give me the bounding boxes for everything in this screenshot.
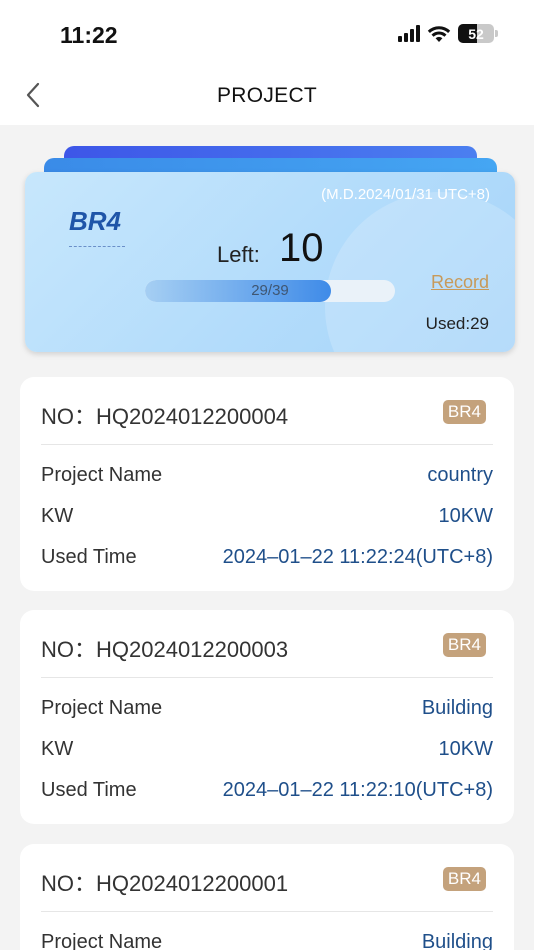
divider (41, 444, 493, 445)
field-label: Project Name (41, 697, 163, 719)
status-icons: 52 (398, 24, 498, 43)
field-label: KW (41, 738, 74, 760)
field-value: 2024–01–22 11:22:10(UTC+8) (222, 779, 493, 801)
record-number: NO：HQ2024012200004 (41, 404, 289, 429)
model-tag: BR4 (442, 633, 486, 657)
field-value: Building (421, 931, 493, 950)
usage-progress-text: 29/39 (251, 282, 289, 299)
field-value: 2024–01–22 11:22:24(UTC+8) (222, 546, 493, 568)
used-count: Used:29 (425, 314, 489, 333)
battery-icon: 52 (458, 24, 498, 43)
summary-date: (M.D.2024/01/31 UTC+8) (321, 186, 490, 203)
field-used-time: Used Time 2024–01–22 11:22:24(UTC+8) (41, 546, 493, 572)
field-value: Building (421, 697, 493, 719)
field-project-name: Project Name country (41, 464, 493, 490)
field-kw: KW 10KW (41, 505, 493, 531)
field-label: KW (41, 505, 74, 527)
record-card[interactable]: NO：HQ2024012200001 BR4 Project Name Buil… (20, 844, 514, 950)
field-label: Used Time (41, 779, 137, 801)
battery-level-text: 52 (468, 25, 484, 42)
summary-card: (M.D.2024/01/31 UTC+8) BR4 Left: 10 29/3… (25, 172, 515, 352)
field-value: country (427, 464, 493, 486)
status-time: 11:22 (60, 22, 118, 48)
status-bar: 11:22 52 (0, 0, 534, 68)
wifi-icon (427, 25, 451, 42)
field-kw: KW 10KW (41, 738, 493, 764)
field-used-time: Used Time 2024–01–22 11:22:10(UTC+8) (41, 779, 493, 805)
record-number: NO：HQ2024012200003 (41, 637, 289, 662)
model-tag: BR4 (442, 400, 486, 424)
model-tag: BR4 (442, 867, 486, 891)
field-label: Project Name (41, 464, 163, 486)
usage-progress-bar: 29/39 (145, 280, 395, 302)
model-underline (69, 246, 125, 247)
field-value: 10KW (438, 505, 493, 527)
divider (41, 677, 493, 678)
page-title: PROJECT (216, 84, 318, 107)
left-label: Left: (217, 242, 260, 267)
field-label: Project Name (41, 931, 163, 950)
field-project-name: Project Name Building (41, 697, 493, 723)
summary-model-name: BR4 (69, 206, 122, 236)
field-label: Used Time (41, 546, 137, 568)
record-card[interactable]: NO：HQ2024012200003 BR4 Project Name Buil… (20, 610, 514, 824)
record-link[interactable]: Record (431, 272, 489, 293)
nav-bar: PROJECT (0, 68, 534, 125)
record-card[interactable]: NO：HQ2024012200004 BR4 Project Name coun… (20, 377, 514, 591)
left-value: 10 (279, 226, 324, 270)
cellular-signal-icon (398, 25, 420, 42)
field-value: 10KW (438, 738, 493, 760)
field-project-name: Project Name Building (41, 931, 493, 950)
record-number: NO：HQ2024012200001 (41, 871, 289, 896)
divider (41, 911, 493, 912)
